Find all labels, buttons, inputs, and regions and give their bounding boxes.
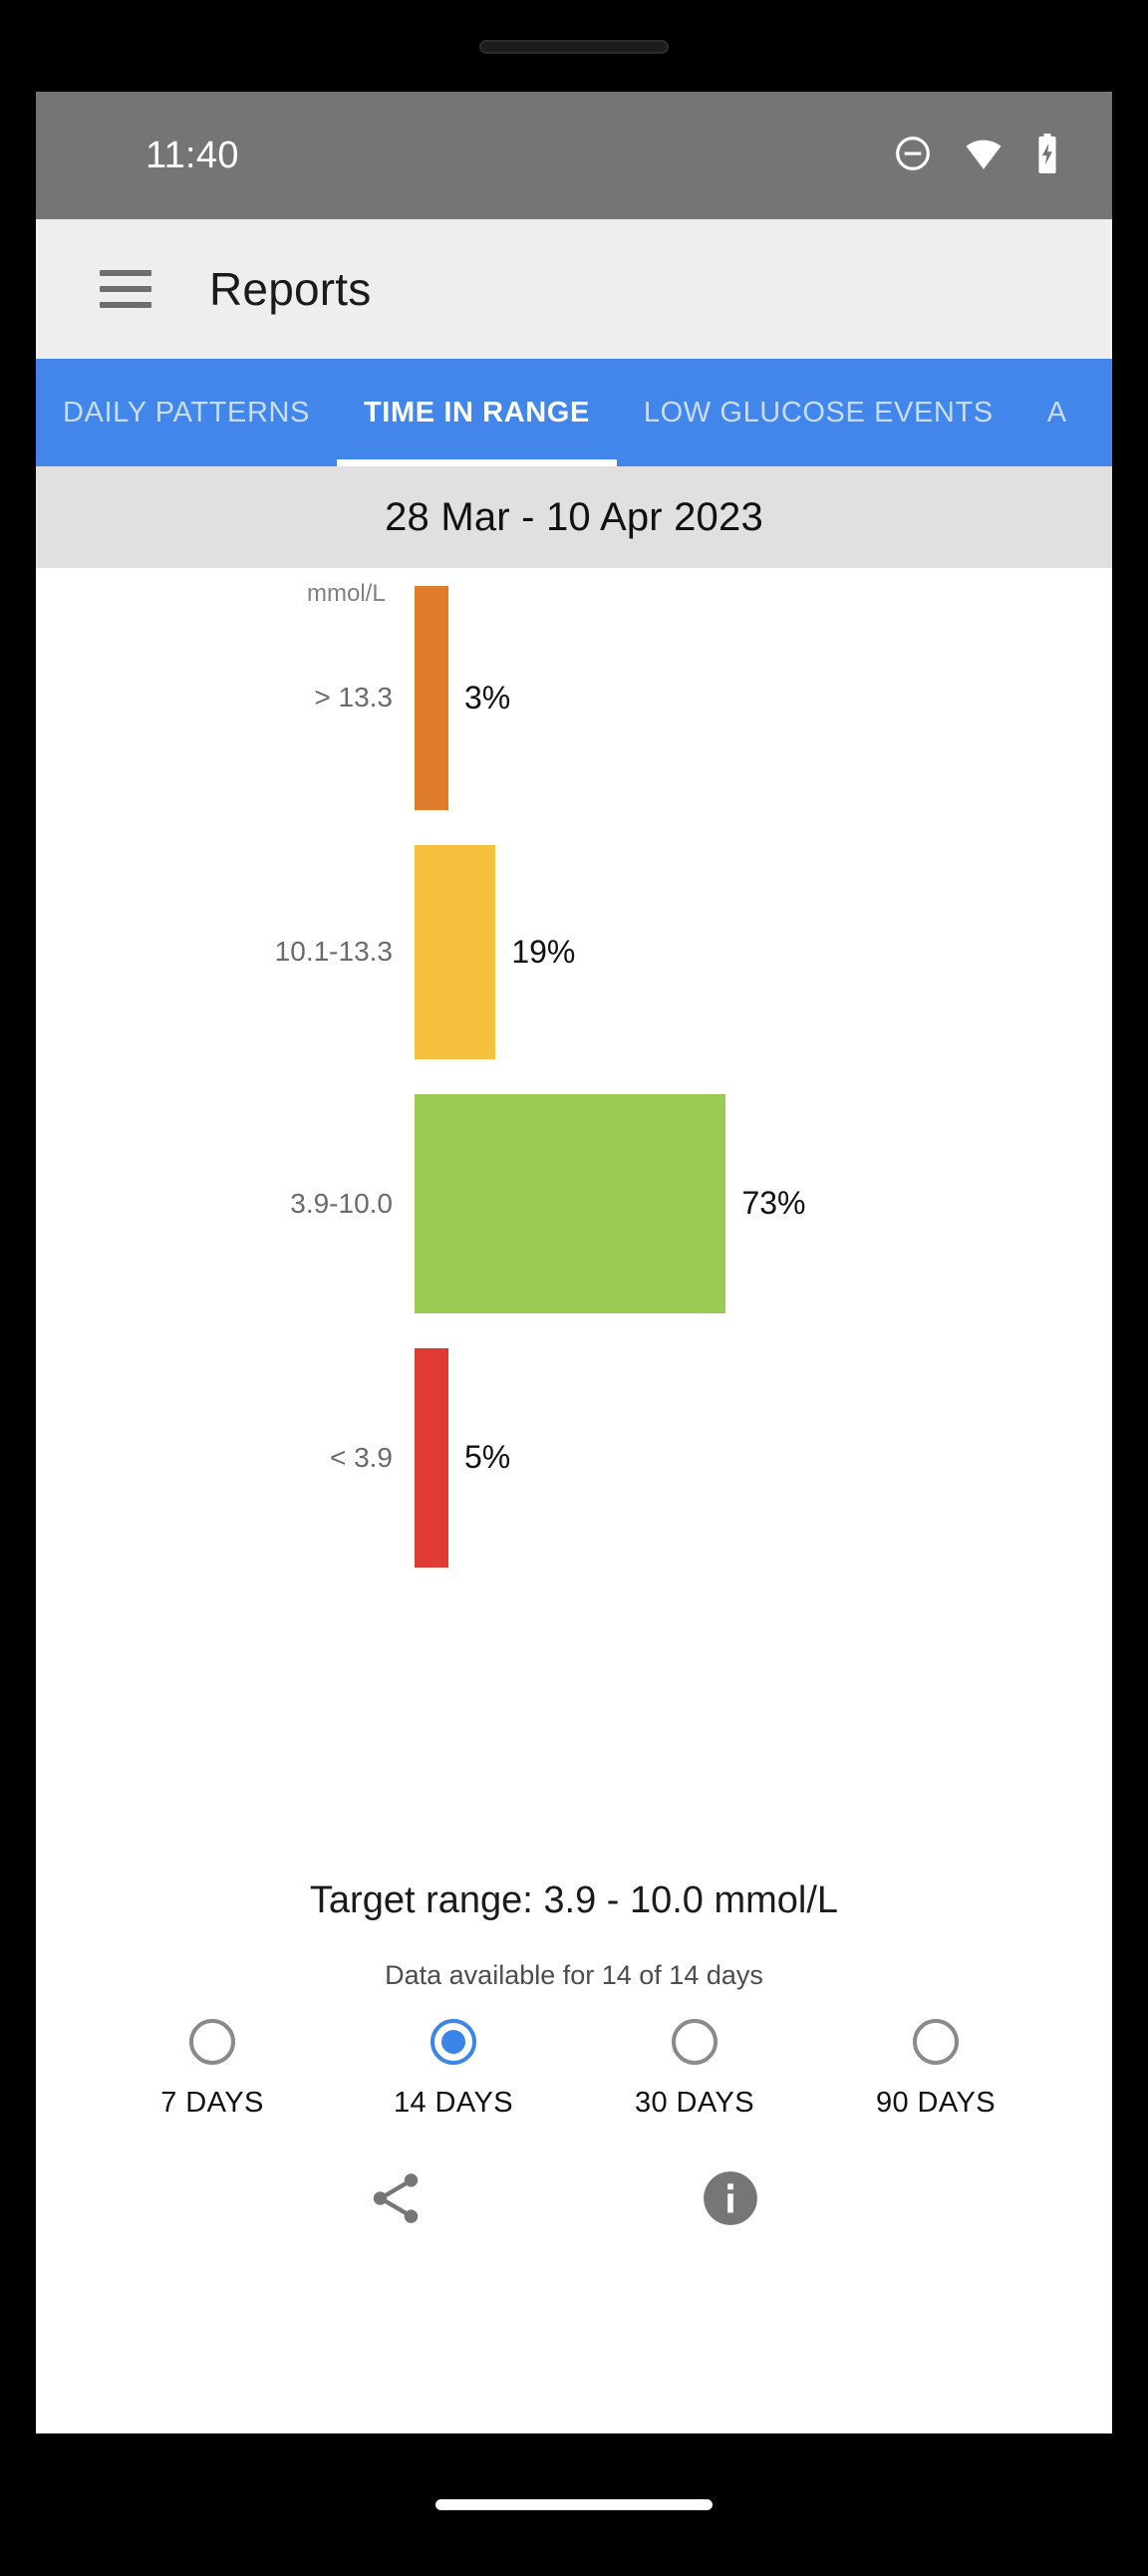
- hamburger-line: [100, 270, 151, 276]
- wifi-icon: [963, 134, 1004, 178]
- day-range-option-30-days[interactable]: 30 DAYS: [595, 2019, 794, 2120]
- bar-value-low: 5%: [464, 1439, 511, 1475]
- bar-fill-in-range: [415, 1093, 726, 1313]
- day-range-option-label: 14 DAYS: [394, 2087, 513, 2119]
- bar-fill-very-high: [415, 585, 448, 810]
- radio-button-icon[interactable]: [913, 2019, 959, 2065]
- bar-category-text: > 13.3: [314, 682, 393, 713]
- tab-label: DAILY PATTERNS: [63, 396, 310, 429]
- bar-track-high: 19%: [415, 827, 1112, 1076]
- hamburger-line: [100, 286, 151, 292]
- bar-track-in-range: 73%: [415, 1076, 1112, 1330]
- page-title: Reports: [209, 263, 372, 315]
- phone-frame: 11:40 Reports DAILY PATTERNS TIME IN RAN…: [0, 0, 1148, 2576]
- day-range-selector[interactable]: 7 DAYS 14 DAYS 30 DAYS 90 DAYS: [36, 2019, 1112, 2120]
- bar-category-label-in-range: 3.9-10.0: [36, 1076, 415, 1330]
- time-in-range-chart: mmol/L > 13.3 3% 10.1-13.3 19% 3.9-10.0 73% < …: [36, 568, 1112, 1863]
- app-bar: Reports: [36, 219, 1112, 359]
- day-range-option-14-days[interactable]: 14 DAYS: [354, 2019, 553, 2120]
- bar-category-text: < 3.9: [329, 1441, 393, 1473]
- bar-value-very-high: 3%: [464, 679, 511, 716]
- status-bar-icons: [893, 133, 1060, 179]
- tab-overflow-partial[interactable]: A: [1020, 359, 1094, 466]
- bar-category-label-high: 10.1-13.3: [36, 827, 415, 1076]
- do-not-disturb-icon: [893, 134, 933, 178]
- radio-button-icon[interactable]: [430, 2019, 476, 2065]
- share-icon[interactable]: [365, 2167, 427, 2234]
- status-bar: 11:40: [36, 92, 1112, 219]
- earpiece-speaker: [479, 40, 669, 54]
- chart-bar-row-low: < 3.9 5%: [36, 1330, 1112, 1584]
- info-icon[interactable]: [700, 2167, 761, 2234]
- day-range-option-7-days[interactable]: 7 DAYS: [113, 2019, 312, 2120]
- battery-charging-icon: [1034, 133, 1060, 179]
- action-bar: [36, 2167, 1112, 2234]
- bar-track-low: 5%: [415, 1330, 1112, 1584]
- tab-time-in-range[interactable]: TIME IN RANGE: [336, 359, 617, 466]
- chart-bar-row-high: 10.1-13.3 19%: [36, 827, 1112, 1076]
- phone-screen: 11:40 Reports DAILY PATTERNS TIME IN RAN…: [36, 92, 1112, 2433]
- bar-value-in-range: 73%: [741, 1185, 806, 1221]
- status-bar-clock: 11:40: [145, 134, 239, 176]
- date-range-text: 28 Mar - 10 Apr 2023: [385, 494, 763, 539]
- bar-value-high: 19%: [511, 933, 576, 970]
- hamburger-line: [100, 302, 151, 308]
- tab-label: A: [1046, 396, 1067, 429]
- home-indicator: [435, 2499, 713, 2510]
- radio-button-icon[interactable]: [189, 2019, 235, 2065]
- date-range-header: 28 Mar - 10 Apr 2023: [36, 466, 1112, 568]
- day-range-option-label: 90 DAYS: [876, 2087, 996, 2119]
- bar-fill-high: [415, 844, 496, 1059]
- tab-bar[interactable]: DAILY PATTERNS TIME IN RANGE LOW GLUCOSE…: [36, 359, 1112, 466]
- tab-low-glucose-events[interactable]: LOW GLUCOSE EVENTS: [617, 359, 1020, 466]
- chart-bar-rows: > 13.3 3% 10.1-13.3 19% 3.9-10.0 73% < 3.9 5%: [36, 568, 1112, 1584]
- day-range-option-label: 7 DAYS: [160, 2087, 264, 2119]
- bar-category-label-low: < 3.9: [36, 1330, 415, 1584]
- tab-label: TIME IN RANGE: [363, 396, 590, 429]
- radio-button-icon[interactable]: [672, 2019, 718, 2065]
- tab-daily-patterns[interactable]: DAILY PATTERNS: [36, 359, 337, 466]
- bar-track-very-high: 3%: [415, 568, 1112, 827]
- data-available-text: Data available for 14 of 14 days: [385, 1960, 763, 1990]
- bar-fill-low: [415, 1347, 448, 1568]
- chart-bar-row-very-high: > 13.3 3%: [36, 568, 1112, 827]
- target-range-text: Target range: 3.9 - 10.0 mmol/L: [309, 1879, 839, 1921]
- bar-category-text: 3.9-10.0: [290, 1187, 393, 1219]
- day-range-option-label: 30 DAYS: [635, 2087, 754, 2119]
- hamburger-menu-icon[interactable]: [100, 270, 151, 308]
- bar-category-label-very-high: > 13.3: [36, 568, 415, 827]
- bar-category-text: 10.1-13.3: [274, 936, 393, 967]
- day-range-option-90-days[interactable]: 90 DAYS: [836, 2019, 1035, 2120]
- tab-label: LOW GLUCOSE EVENTS: [643, 396, 994, 429]
- chart-bar-row-in-range: 3.9-10.0 73%: [36, 1076, 1112, 1330]
